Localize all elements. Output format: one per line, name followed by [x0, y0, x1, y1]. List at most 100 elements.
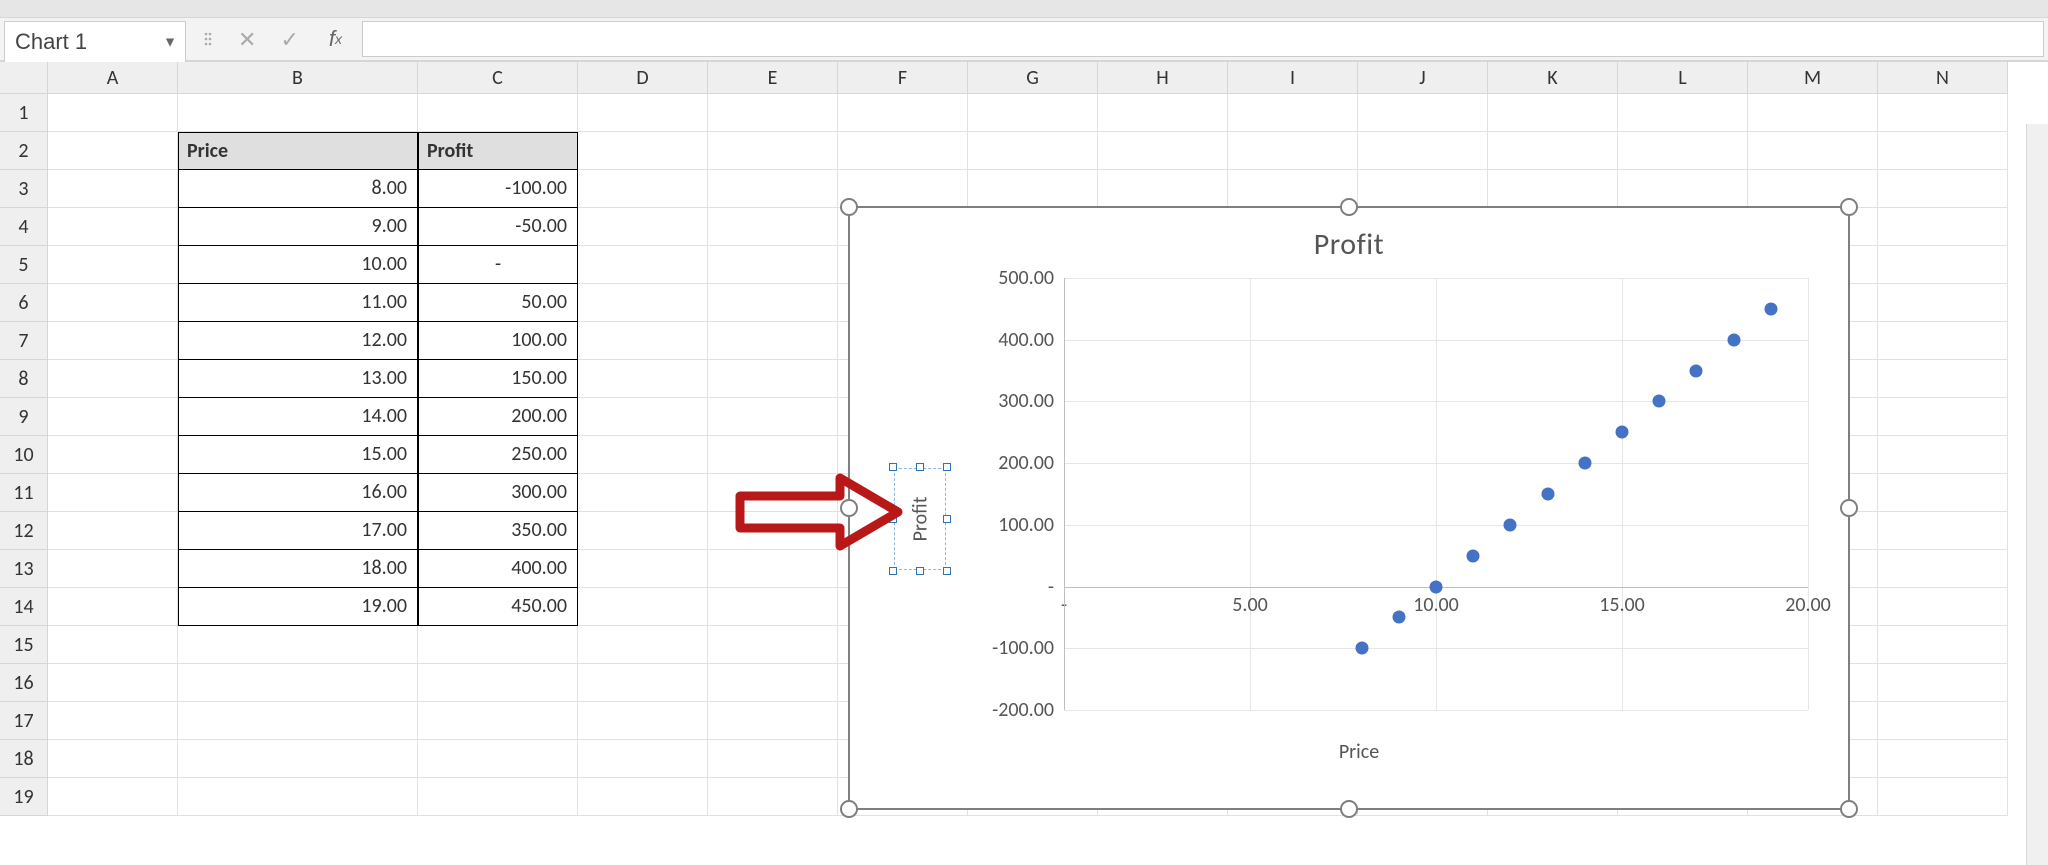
cell-C8[interactable]: 150.00: [418, 360, 578, 398]
cell-E14[interactable]: [708, 588, 838, 626]
cell-B18[interactable]: [178, 740, 418, 778]
column-header-F[interactable]: F: [838, 62, 968, 94]
cell-C1[interactable]: [418, 94, 578, 132]
row-header-8[interactable]: 8: [0, 360, 48, 398]
cell-D1[interactable]: [578, 94, 708, 132]
chart-title[interactable]: Profit: [850, 208, 1848, 271]
cell-D3[interactable]: [578, 170, 708, 208]
cell-C12[interactable]: 350.00: [418, 512, 578, 550]
select-all-corner[interactable]: [0, 62, 48, 94]
cell-G3[interactable]: [968, 170, 1098, 208]
row-header-16[interactable]: 16: [0, 664, 48, 702]
cell-D18[interactable]: [578, 740, 708, 778]
cell-M1[interactable]: [1748, 94, 1878, 132]
cell-A2[interactable]: [48, 132, 178, 170]
cell-G2[interactable]: [968, 132, 1098, 170]
cell-A6[interactable]: [48, 284, 178, 322]
cell-E3[interactable]: [708, 170, 838, 208]
cell-B7[interactable]: 12.00: [178, 322, 418, 360]
cell-N15[interactable]: [1878, 626, 2008, 664]
data-point[interactable]: [1355, 642, 1368, 655]
row-header-10[interactable]: 10: [0, 436, 48, 474]
row-header-1[interactable]: 1: [0, 94, 48, 132]
column-header-D[interactable]: D: [578, 62, 708, 94]
cell-J3[interactable]: [1358, 170, 1488, 208]
cell-B19[interactable]: [178, 778, 418, 816]
cell-D10[interactable]: [578, 436, 708, 474]
data-point[interactable]: [1764, 302, 1777, 315]
cell-N4[interactable]: [1878, 208, 2008, 246]
name-box-input[interactable]: [5, 29, 185, 55]
cell-I2[interactable]: [1228, 132, 1358, 170]
cell-A17[interactable]: [48, 702, 178, 740]
axis-title-handle[interactable]: [889, 463, 897, 471]
name-box-dropdown-icon[interactable]: ▼: [163, 34, 177, 51]
row-header-7[interactable]: 7: [0, 322, 48, 360]
cell-N16[interactable]: [1878, 664, 2008, 702]
cell-N8[interactable]: [1878, 360, 2008, 398]
cell-A14[interactable]: [48, 588, 178, 626]
cell-B5[interactable]: 10.00: [178, 246, 418, 284]
cell-I3[interactable]: [1228, 170, 1358, 208]
cell-K2[interactable]: [1488, 132, 1618, 170]
cell-A18[interactable]: [48, 740, 178, 778]
column-header-M[interactable]: M: [1748, 62, 1878, 94]
cell-A13[interactable]: [48, 550, 178, 588]
column-header-H[interactable]: H: [1098, 62, 1228, 94]
data-point[interactable]: [1578, 457, 1591, 470]
cell-D17[interactable]: [578, 702, 708, 740]
row-header-5[interactable]: 5: [0, 246, 48, 284]
axis-title-handle[interactable]: [943, 463, 951, 471]
cell-A3[interactable]: [48, 170, 178, 208]
cell-L1[interactable]: [1618, 94, 1748, 132]
resize-handle-br[interactable]: [1840, 800, 1858, 818]
cell-L2[interactable]: [1618, 132, 1748, 170]
cell-N2[interactable]: [1878, 132, 2008, 170]
cell-A5[interactable]: [48, 246, 178, 284]
cell-E1[interactable]: [708, 94, 838, 132]
cell-D2[interactable]: [578, 132, 708, 170]
data-point[interactable]: [1430, 580, 1443, 593]
vertical-scrollbar[interactable]: [2026, 124, 2048, 865]
cell-A19[interactable]: [48, 778, 178, 816]
column-header-K[interactable]: K: [1488, 62, 1618, 94]
data-point[interactable]: [1727, 333, 1740, 346]
cell-B4[interactable]: 9.00: [178, 208, 418, 246]
cell-N19[interactable]: [1878, 778, 2008, 816]
cell-E10[interactable]: [708, 436, 838, 474]
cell-C9[interactable]: 200.00: [418, 398, 578, 436]
cell-D14[interactable]: [578, 588, 708, 626]
axis-title-handle[interactable]: [943, 515, 951, 523]
y-axis-title[interactable]: Profit: [908, 497, 932, 542]
cell-N1[interactable]: [1878, 94, 2008, 132]
cell-E9[interactable]: [708, 398, 838, 436]
plot-inner[interactable]: -5.0010.0015.0020.00-200.00-100.00-100.0…: [1064, 278, 1808, 710]
cell-L3[interactable]: [1618, 170, 1748, 208]
cell-E5[interactable]: [708, 246, 838, 284]
cell-C2[interactable]: Profit: [418, 132, 578, 170]
cancel-icon[interactable]: ✕: [238, 26, 256, 53]
column-header-C[interactable]: C: [418, 62, 578, 94]
cell-A1[interactable]: [48, 94, 178, 132]
resize-handle-mr[interactable]: [1840, 499, 1858, 517]
cell-E19[interactable]: [708, 778, 838, 816]
cell-D8[interactable]: [578, 360, 708, 398]
cell-A8[interactable]: [48, 360, 178, 398]
cell-F2[interactable]: [838, 132, 968, 170]
cell-I1[interactable]: [1228, 94, 1358, 132]
resize-handle-tl[interactable]: [840, 198, 858, 216]
cell-A12[interactable]: [48, 512, 178, 550]
cell-G1[interactable]: [968, 94, 1098, 132]
cell-D5[interactable]: [578, 246, 708, 284]
cell-B12[interactable]: 17.00: [178, 512, 418, 550]
cell-J2[interactable]: [1358, 132, 1488, 170]
cell-N17[interactable]: [1878, 702, 2008, 740]
axis-title-handle[interactable]: [916, 567, 924, 575]
cell-E7[interactable]: [708, 322, 838, 360]
column-header-J[interactable]: J: [1358, 62, 1488, 94]
row-header-19[interactable]: 19: [0, 778, 48, 816]
data-point[interactable]: [1504, 518, 1517, 531]
row-header-14[interactable]: 14: [0, 588, 48, 626]
cell-D12[interactable]: [578, 512, 708, 550]
data-point[interactable]: [1467, 549, 1480, 562]
